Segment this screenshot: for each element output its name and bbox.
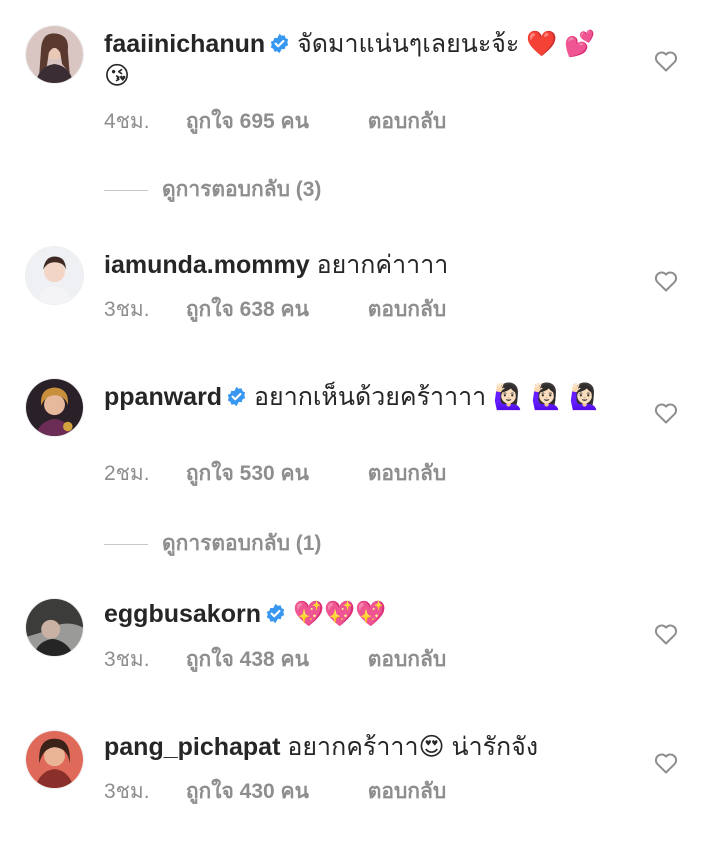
comment-item: pang_pichapat อยากคร้าาา😍 น่ารักจัง 3ชม.… [0, 0, 719, 844]
comment-meta: 3ชม. ถูกใจ 430 คน ตอบกลับ [104, 779, 446, 805]
heart-outline-icon[interactable] [654, 752, 678, 774]
avatar-image [26, 731, 83, 788]
avatar[interactable] [25, 730, 84, 789]
comments-list: faaiinichanun จัดมาแน่นๆเลยนะจ้ะ ❤️ 💕 😘 … [0, 0, 719, 844]
reply-button[interactable]: ตอบกลับ [368, 779, 447, 805]
likes-count[interactable]: ถูกใจ 430 คน [186, 779, 362, 805]
username[interactable]: pang_pichapat [104, 733, 280, 761]
comment-body: pang_pichapat อยากคร้าาา😍 น่ารักจัง [104, 731, 624, 763]
comment-text: อยากคร้าาา😍 น่ารักจัง [287, 733, 539, 761]
comment-time: 3ชม. [104, 780, 150, 803]
